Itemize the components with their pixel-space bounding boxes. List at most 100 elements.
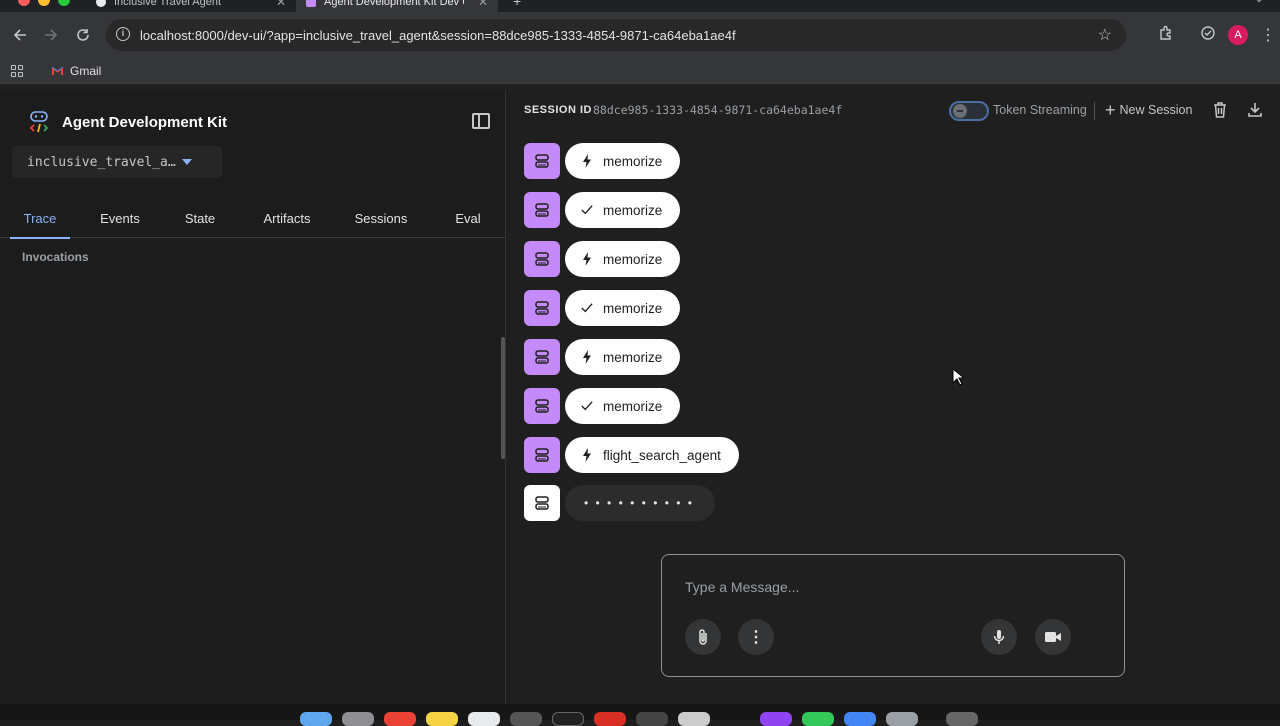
dock-app-icon[interactable]: [678, 712, 710, 726]
delete-session-icon[interactable]: [1213, 102, 1227, 123]
browser-toolbar: i localhost:8000/dev-ui/?app=inclusive_t…: [0, 12, 1280, 58]
check-icon: [581, 204, 593, 216]
bookmark-gmail[interactable]: Gmail: [51, 64, 101, 78]
event-row: memorize: [524, 241, 681, 277]
tab-close-icon[interactable]: ✕: [276, 0, 286, 9]
tab-favicon-icon: [306, 0, 316, 7]
microphone-button[interactable]: [981, 619, 1017, 655]
forward-arrow-icon[interactable]: [35, 19, 67, 51]
more-options-button[interactable]: ⋮: [738, 619, 774, 655]
function-call-chip[interactable]: flight_search_agent: [565, 437, 739, 473]
tab-close-icon[interactable]: ✕: [478, 0, 488, 9]
extensions-icon[interactable]: [1158, 25, 1174, 46]
more-vert-icon: ⋮: [748, 629, 764, 646]
new-tab-icon[interactable]: +: [513, 0, 521, 9]
chip-label: memorize: [603, 300, 663, 316]
bot-avatar: [524, 339, 560, 375]
function-call-chip[interactable]: memorize: [565, 241, 681, 277]
window-minimize-dot[interactable]: [38, 0, 50, 6]
dock-terminal-icon[interactable]: [552, 712, 584, 726]
dock-calendar-icon[interactable]: [384, 712, 416, 726]
panel-resize-handle[interactable]: [501, 337, 505, 459]
tab-state[interactable]: State: [170, 198, 230, 238]
apps-grid-icon[interactable]: [11, 64, 23, 77]
dock-app-icon[interactable]: [594, 712, 626, 726]
bot-avatar: [524, 290, 560, 326]
download-icon[interactable]: [1247, 102, 1263, 123]
event-row: flight_search_agent: [524, 437, 739, 473]
dock-notes-icon[interactable]: [426, 712, 458, 726]
bolt-icon: [581, 350, 593, 364]
dock-app-icon[interactable]: [468, 712, 500, 726]
event-row: memorize: [524, 143, 681, 179]
extension-puzzle-icon[interactable]: [1200, 25, 1216, 46]
session-id-label: SESSION ID: [524, 104, 592, 116]
session-id-value: 88dce985-1333-4854-9871-ca64eba1ae4f: [593, 103, 843, 117]
dock-app-icon[interactable]: [760, 712, 792, 726]
window-maximize-dot[interactable]: [58, 0, 70, 6]
app-selector[interactable]: inclusive_travel_a…: [12, 146, 222, 178]
tab-eval[interactable]: Eval: [448, 198, 488, 238]
function-call-chip[interactable]: memorize: [565, 339, 681, 375]
function-call-chip[interactable]: memorize: [565, 143, 681, 179]
new-session-button[interactable]: + New Session: [1105, 101, 1192, 119]
brand: Agent Development Kit: [28, 110, 227, 134]
loading-indicator: • • • • • • • • • •: [565, 485, 715, 521]
bot-avatar: [524, 485, 560, 521]
chip-label: memorize: [603, 153, 663, 169]
dock-app-icon[interactable]: [802, 712, 834, 726]
function-response-chip[interactable]: memorize: [565, 388, 681, 424]
tab-sessions[interactable]: Sessions: [346, 198, 416, 238]
chip-label: memorize: [603, 251, 663, 267]
tab-favicon-icon: [96, 0, 106, 7]
bot-avatar: [524, 388, 560, 424]
dock-trash-icon[interactable]: [946, 712, 978, 726]
browser-tab-travel-agent[interactable]: Inclusive Travel Agent ✕: [86, 0, 296, 12]
message-composer: Type a Message... ⋮: [661, 554, 1125, 677]
check-icon: [581, 302, 593, 314]
message-input[interactable]: Type a Message...: [685, 579, 799, 595]
video-button[interactable]: [1035, 619, 1071, 655]
attach-file-button[interactable]: [685, 619, 721, 655]
tab-artifacts[interactable]: Artifacts: [252, 198, 322, 238]
browser-tab-adk[interactable]: Agent Development Kit Dev U ✕: [296, 0, 498, 12]
profile-avatar[interactable]: A: [1228, 25, 1248, 45]
bookmark-star-icon[interactable]: ☆: [1098, 25, 1112, 45]
dock-app-icon[interactable]: [886, 712, 918, 726]
check-icon: [581, 400, 593, 412]
paperclip-icon: [699, 629, 707, 645]
tab-search-icon[interactable]: ⌄: [1255, 0, 1263, 5]
function-response-chip[interactable]: memorize: [565, 290, 681, 326]
bot-avatar: [524, 143, 560, 179]
collapse-panel-icon[interactable]: [472, 113, 490, 129]
dock-app-icon[interactable]: [342, 712, 374, 726]
invocations-heading: Invocations: [22, 250, 89, 264]
mouse-cursor-icon: [952, 368, 964, 386]
function-response-chip[interactable]: memorize: [565, 192, 681, 228]
back-arrow-icon[interactable]: [4, 19, 36, 51]
dock-app-icon[interactable]: [636, 712, 668, 726]
video-camera-icon: [1045, 632, 1061, 642]
event-row: memorize: [524, 192, 681, 228]
url-text[interactable]: localhost:8000/dev-ui/?app=inclusive_tra…: [140, 28, 736, 43]
chat-panel: SESSION ID 88dce985-1333-4854-9871-ca64e…: [507, 90, 1280, 704]
bot-avatar: [524, 241, 560, 277]
dock-chrome-icon[interactable]: [844, 712, 876, 726]
tab-trace[interactable]: Trace: [10, 198, 70, 239]
site-info-icon[interactable]: i: [116, 27, 130, 41]
dock-app-icon[interactable]: [510, 712, 542, 726]
bolt-icon: [581, 154, 593, 168]
tab-events[interactable]: Events: [90, 198, 150, 238]
event-row: memorize: [524, 290, 681, 326]
dock-finder-icon[interactable]: [300, 712, 332, 726]
brand-title: Agent Development Kit: [62, 113, 228, 131]
tab-title: Inclusive Travel Agent: [114, 0, 222, 8]
window-close-dot[interactable]: [18, 0, 30, 6]
loading-row: • • • • • • • • • •: [524, 485, 715, 521]
reload-icon[interactable]: [67, 19, 99, 51]
browser-menu-icon[interactable]: ⋮: [1260, 25, 1276, 45]
address-bar[interactable]: i localhost:8000/dev-ui/?app=inclusive_t…: [106, 19, 1126, 51]
bookmarks-bar: Gmail: [0, 58, 1280, 84]
bot-avatar: [524, 192, 560, 228]
token-streaming-toggle[interactable]: [949, 101, 989, 121]
